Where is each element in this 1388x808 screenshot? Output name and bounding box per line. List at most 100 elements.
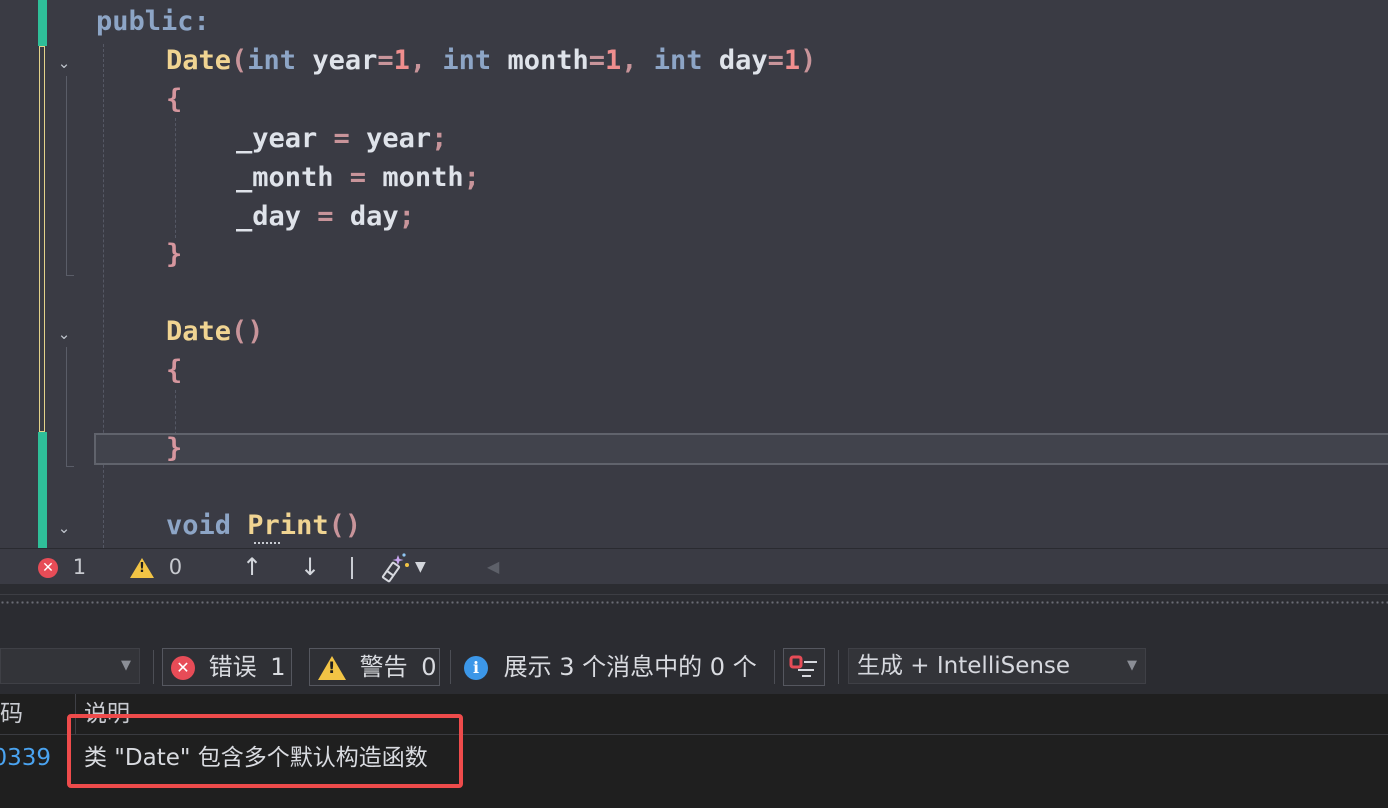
fold-guide (66, 76, 67, 276)
punctuation: ) (800, 45, 817, 76)
chevron-down-icon[interactable]: ▼ (415, 549, 426, 585)
code-line[interactable]: Date() (166, 313, 264, 351)
info-icon: i (464, 656, 488, 680)
code-line[interactable]: Date(int year=1, int month=1, int day=1) (166, 42, 816, 80)
indent-guide (103, 44, 104, 548)
code-line[interactable]: _day = day; (236, 198, 415, 236)
next-issue-button[interactable]: ↓ (295, 549, 325, 585)
function-name: Date (166, 45, 232, 76)
separator (774, 650, 775, 684)
code-line[interactable]: _month = month; (236, 159, 480, 197)
errors-filter-button[interactable]: ✕ 错误 1 (162, 648, 292, 686)
parameter: year (366, 123, 432, 154)
error-list-toolbar: ▼ ✕ 错误 1 警告 0 i 展示 3 个消息中的 0 个 生成 + Inte… (0, 638, 1388, 694)
number-literal: 1 (393, 45, 410, 76)
warnings-count: 0 (421, 653, 437, 681)
errors-label: 错误 (208, 653, 257, 681)
operator: = (317, 123, 367, 154)
keyword: int (653, 45, 703, 76)
previous-issue-button[interactable]: ↑ (237, 549, 267, 585)
filter-options-button[interactable] (783, 648, 825, 686)
error-icon: ✕ (171, 656, 195, 680)
fold-chevron-down-icon[interactable]: ⌄ (55, 325, 73, 343)
punctuation: : (193, 6, 210, 37)
code-line-current[interactable]: } (166, 430, 182, 468)
warnings-filter-button[interactable]: 警告 0 (309, 648, 440, 686)
warning-count-indicator[interactable]: 0 (130, 549, 182, 585)
arrow-up-icon: ↑ (241, 553, 263, 581)
code-line[interactable]: } (166, 236, 182, 274)
semicolon: ; (463, 162, 480, 193)
indent-guide (175, 118, 176, 238)
parameter: day (702, 45, 768, 76)
parameter: month (491, 45, 589, 76)
warnings-label: 警告 (359, 653, 408, 681)
keyword: int (442, 45, 492, 76)
separator (153, 650, 154, 684)
function-name: Date (166, 316, 232, 347)
semicolon: ; (431, 123, 448, 154)
brace: { (166, 355, 183, 386)
fold-guide-end (66, 275, 74, 276)
code-line[interactable]: public: (96, 3, 210, 41)
operator: = (333, 162, 383, 193)
warning-count: 0 (168, 555, 183, 579)
parameter: day (349, 201, 399, 232)
keyword: int (247, 45, 297, 76)
parameter: month (382, 162, 464, 193)
code-line[interactable]: void Print() (166, 507, 361, 545)
brace: } (166, 433, 183, 464)
messages-filter-button[interactable]: i 展示 3 个消息中的 0 个 (464, 648, 757, 686)
code-line[interactable]: { (166, 352, 182, 390)
number-literal: 1 (605, 45, 622, 76)
operator: = (377, 45, 394, 76)
fold-chevron-down-icon[interactable]: ⌄ (55, 519, 73, 537)
quick-actions-button[interactable] (378, 551, 414, 583)
brace: } (166, 239, 183, 270)
quick-actions-wand-icon (381, 553, 409, 583)
column-header-code-label: 代码 (0, 701, 23, 727)
code-line[interactable]: { (166, 81, 182, 119)
error-count-indicator[interactable]: ✕ 1 (38, 549, 86, 585)
separator (838, 650, 839, 684)
punctuation: () (231, 316, 264, 347)
punctuation: ( (231, 45, 248, 76)
operator: = (767, 45, 784, 76)
error-icon: ✕ (38, 558, 58, 578)
fold-guide (66, 347, 67, 467)
change-indicator-unsaved (39, 46, 45, 432)
keyword: public (96, 6, 194, 37)
build-source-value: 生成 + IntelliSense (857, 653, 1071, 679)
punctuation: , (621, 45, 654, 76)
semicolon: ; (398, 201, 415, 232)
member-variable: _day (236, 201, 302, 232)
editor-status-bar: ✕ 1 0 ↑ ↓ ▼ ◀ (0, 548, 1388, 585)
chevron-down-icon: ▼ (121, 658, 131, 673)
chevron-down-icon: ▼ (1127, 658, 1137, 673)
column-header-code[interactable]: 代码 (0, 694, 75, 734)
punctuation: () (328, 510, 362, 541)
errors-count: 1 (270, 653, 286, 681)
splitter-grip[interactable] (0, 600, 1388, 606)
fold-guide-end (66, 466, 74, 467)
scroll-left-icon[interactable]: ◀ (487, 549, 499, 585)
panel-splitter[interactable] (0, 584, 1388, 638)
filter-icon (789, 655, 817, 677)
code-line[interactable]: _year = year; (236, 120, 447, 158)
number-literal: 1 (783, 45, 801, 76)
separator (450, 650, 451, 684)
change-indicator-saved (38, 432, 47, 548)
fold-chevron-down-icon[interactable]: ⌄ (55, 54, 73, 72)
separator (351, 557, 353, 579)
build-source-dropdown[interactable]: 生成 + IntelliSense ▼ (848, 648, 1146, 684)
parameter: year (296, 45, 378, 76)
scope-dropdown[interactable]: ▼ (0, 648, 140, 684)
operator: = (301, 201, 350, 232)
member-variable: _month (236, 162, 334, 193)
error-count: 1 (72, 555, 87, 579)
code-editor[interactable]: ⌄ ⌄ ⌄ public: Date(int year=1, int month… (0, 0, 1388, 548)
annotation-highlight-box (67, 714, 463, 788)
error-code-link[interactable]: E0339 (0, 738, 51, 778)
function-name: Print (247, 510, 329, 541)
warning-icon (130, 558, 154, 578)
